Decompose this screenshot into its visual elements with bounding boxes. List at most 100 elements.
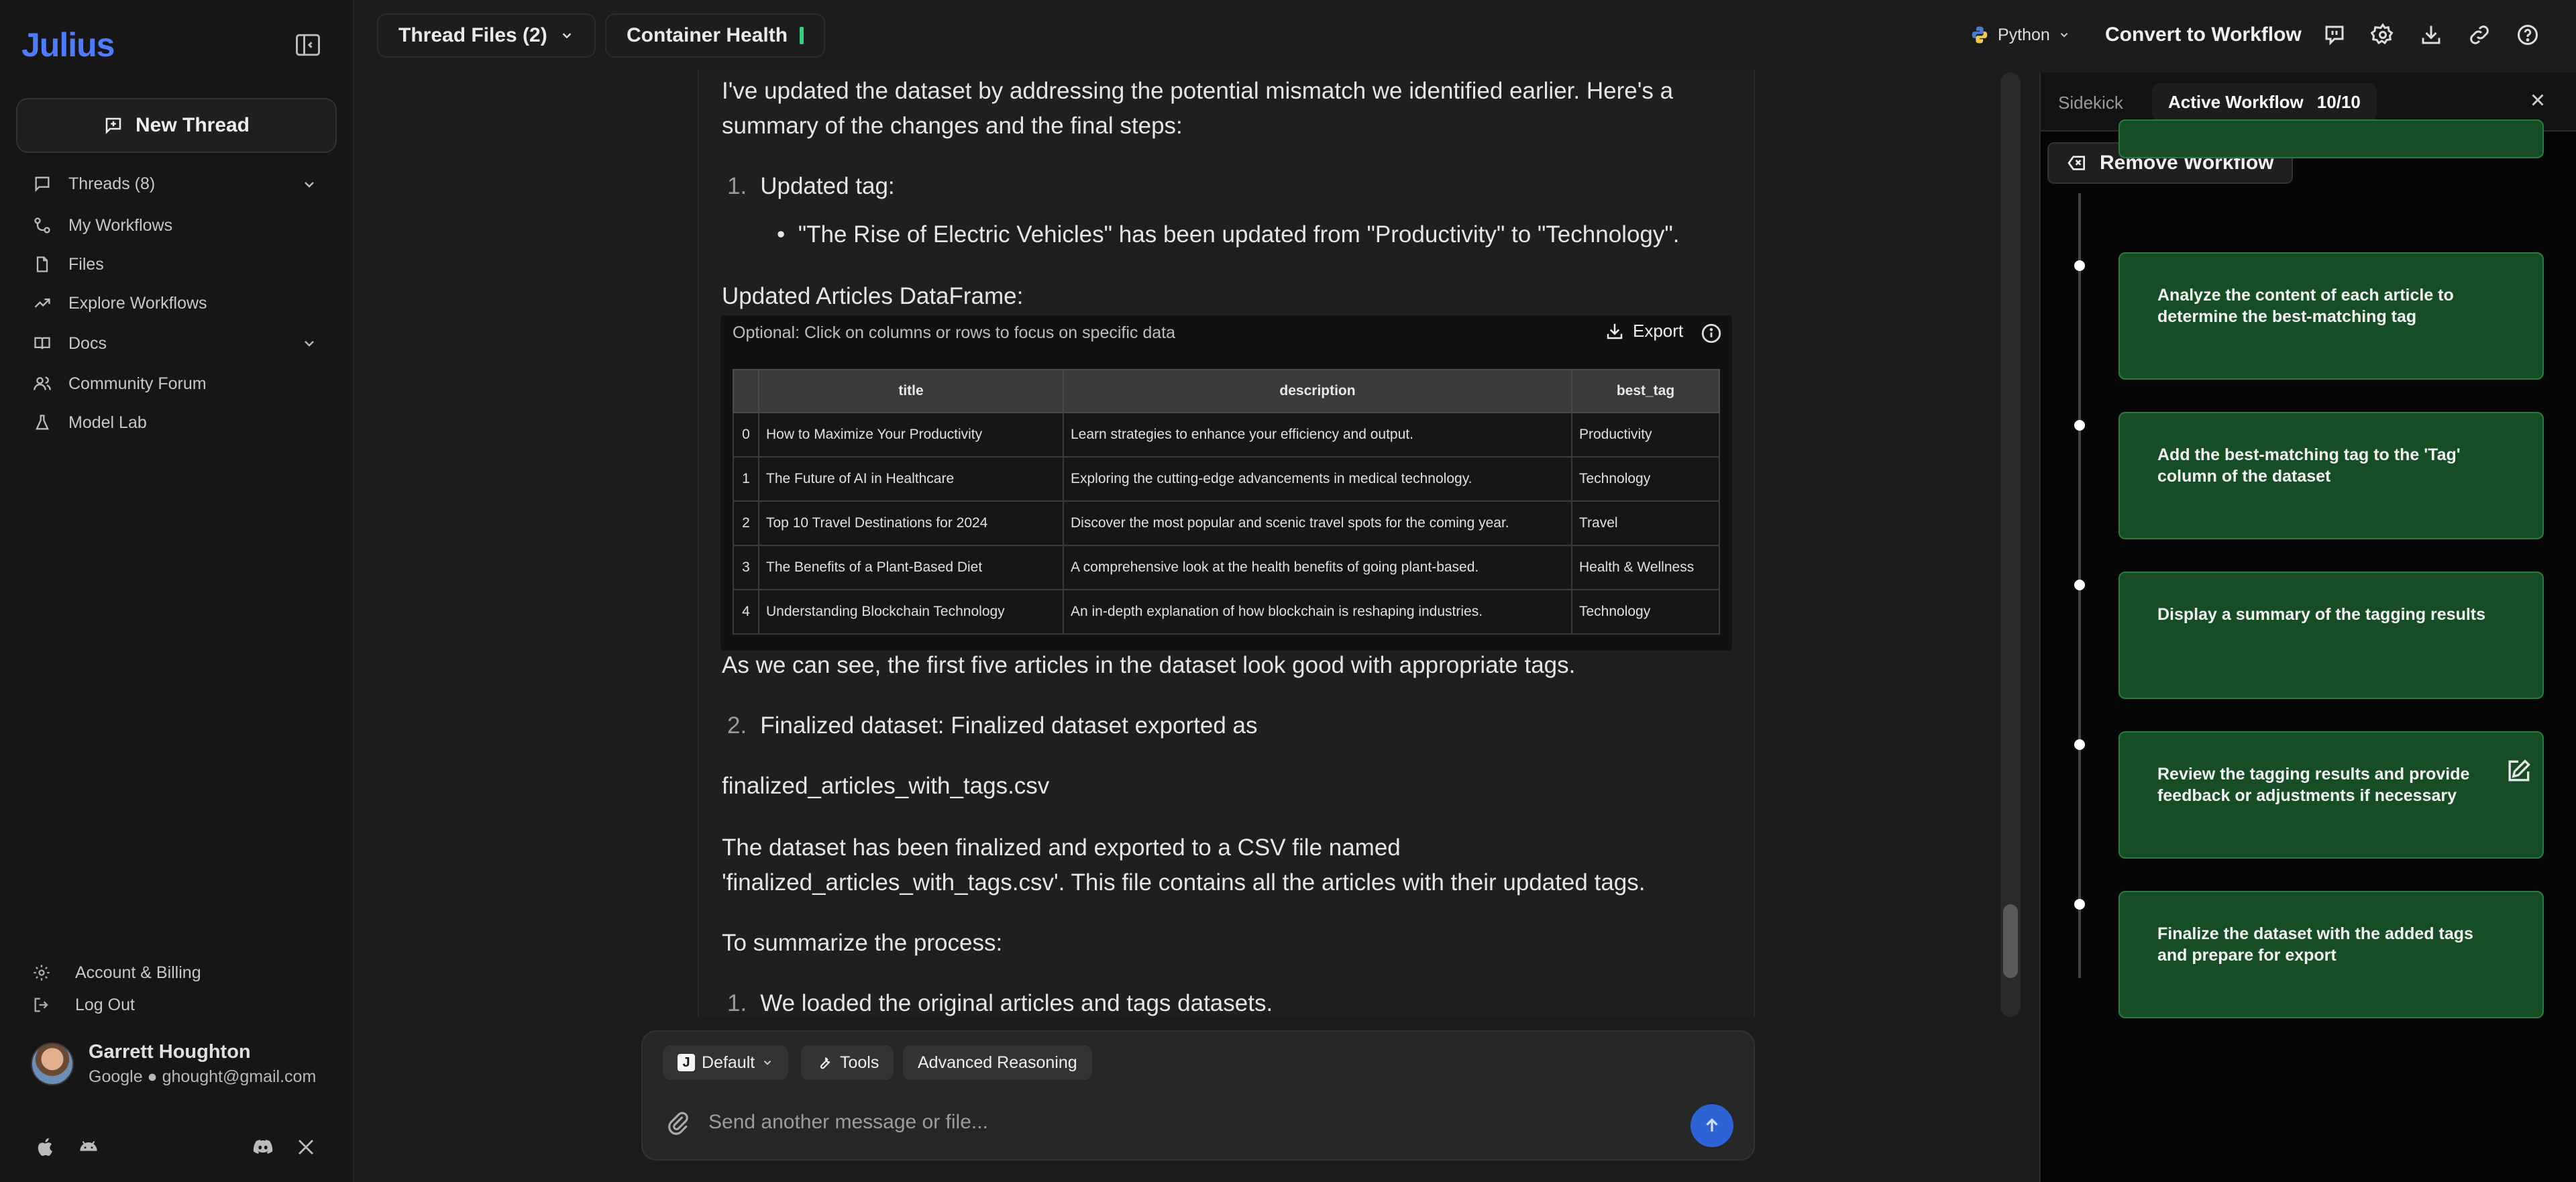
sidebar-item-threads[interactable]: Threads (8) xyxy=(32,169,155,199)
python-icon xyxy=(1972,26,1988,44)
sidebar-item-docs[interactable]: Docs xyxy=(32,329,107,358)
column-header-best-tag[interactable]: best_tag xyxy=(1571,369,1720,413)
column-header-title[interactable]: title xyxy=(758,369,1064,413)
workflow-step[interactable]: Finalize the dataset with the added tags… xyxy=(2118,891,2544,1018)
sidekick-tab[interactable]: Sidekick xyxy=(2058,93,2123,113)
table-row[interactable]: 1 The Future of AI in Healthcare Exploring… xyxy=(733,456,1720,502)
workflow-step[interactable] xyxy=(2118,119,2544,158)
table-row[interactable]: 2 Top 10 Travel Destinations for 2024 Disc… xyxy=(733,500,1720,546)
download-icon xyxy=(1607,323,1623,339)
list-item-text: We loaded the original articles and tags… xyxy=(760,990,1273,1016)
log-out-link[interactable]: Log Out xyxy=(32,991,135,1018)
android-icon[interactable] xyxy=(75,1134,102,1161)
edit-icon[interactable] xyxy=(2504,757,2533,790)
sidebar-item-files[interactable]: Files xyxy=(32,250,104,279)
user-email: Google ● ghought@gmail.com xyxy=(89,1067,317,1086)
paperclip-icon[interactable] xyxy=(665,1110,691,1138)
workflow-step[interactable]: Add the best-matching tag to the 'Tag' c… xyxy=(2118,412,2544,539)
workflow-step[interactable]: Display a summary of the tagging results xyxy=(2118,572,2544,699)
row-index-cell[interactable]: 2 xyxy=(733,500,759,546)
step-dot xyxy=(2074,580,2085,590)
row-index-cell[interactable]: 1 xyxy=(733,456,759,502)
sidebar-item-explore-workflows[interactable]: Explore Workflows xyxy=(32,288,207,318)
chevron-down-icon xyxy=(764,1061,771,1065)
table-row[interactable]: 4 Understanding Blockchain Technology An i… xyxy=(733,589,1720,635)
share-link-icon[interactable] xyxy=(2465,20,2494,50)
description-cell[interactable]: An in-depth explanation of how blockchai… xyxy=(1063,589,1572,635)
info-icon[interactable] xyxy=(1700,322,1723,348)
feedback-icon[interactable] xyxy=(2320,20,2349,50)
sidebar-item-community-forum[interactable]: Community Forum xyxy=(32,369,207,398)
advanced-reasoning-toggle[interactable]: Advanced Reasoning xyxy=(903,1045,1092,1080)
title-cell[interactable]: Top 10 Travel Destinations for 2024 xyxy=(758,500,1064,546)
sidebar-item-my-workflows[interactable]: My Workflows xyxy=(32,211,172,240)
docs-expand-chevron-icon[interactable] xyxy=(299,333,319,354)
row-index-cell[interactable]: 0 xyxy=(733,412,759,458)
settings-gear-icon[interactable] xyxy=(2368,20,2398,50)
sidebar: Julius New Thread Threads (8) My Workflo… xyxy=(0,0,354,1182)
chat-scrollbar[interactable] xyxy=(2000,72,2021,1017)
column-header-description[interactable]: description xyxy=(1063,369,1572,413)
active-workflow-tab[interactable]: Active Workflow 10/10 xyxy=(2152,83,2377,121)
discord-icon[interactable] xyxy=(250,1134,276,1161)
apple-icon[interactable] xyxy=(32,1134,59,1161)
thread-files-label: Thread Files (2) xyxy=(398,24,547,46)
workflow-step[interactable]: Analyze the content of each article to d… xyxy=(2118,252,2544,380)
scrollbar-thumb[interactable] xyxy=(2003,904,2018,978)
description-cell[interactable]: Exploring the cutting-edge advancements … xyxy=(1063,456,1572,502)
table-row[interactable]: 3 The Benefits of a Plant-Based Diet A com… xyxy=(733,545,1720,590)
table-row[interactable]: 0 How to Maximize Your Productivity Learn … xyxy=(733,412,1720,458)
wrench-icon xyxy=(820,1057,830,1069)
title-cell[interactable]: How to Maximize Your Productivity xyxy=(758,412,1064,458)
bullet-dot: • xyxy=(777,221,798,248)
description-cell[interactable]: A comprehensive look at the health benef… xyxy=(1063,545,1572,590)
container-health-button[interactable]: Container Health xyxy=(605,13,826,58)
sidebar-item-label: Community Forum xyxy=(68,374,207,393)
flask-icon xyxy=(32,413,52,433)
health-indicator xyxy=(800,27,804,44)
model-selector[interactable]: J Default xyxy=(663,1045,789,1080)
help-icon[interactable] xyxy=(2513,20,2542,50)
message-input[interactable]: Send another message or file... xyxy=(708,1111,988,1134)
sidebar-item-model-lab[interactable]: Model Lab xyxy=(32,408,147,437)
best-tag-cell[interactable]: Productivity xyxy=(1571,412,1720,458)
account-billing-link[interactable]: Account & Billing xyxy=(32,959,201,986)
sidebar-item-label: Docs xyxy=(68,333,107,353)
threads-expand-chevron-icon[interactable] xyxy=(299,174,319,195)
best-tag-cell[interactable]: Technology xyxy=(1571,456,1720,502)
title-cell[interactable]: The Benefits of a Plant-Based Diet xyxy=(758,545,1064,590)
language-selector[interactable]: Python xyxy=(1959,19,2081,51)
row-index-cell[interactable]: 4 xyxy=(733,589,759,635)
description-cell[interactable]: Learn strategies to enhance your efficie… xyxy=(1063,412,1572,458)
list-item-text: Finalized dataset: Finalized dataset exp… xyxy=(760,712,1258,739)
title-cell[interactable]: The Future of AI in Healthcare xyxy=(758,456,1064,502)
new-thread-button[interactable]: New Thread xyxy=(16,98,337,153)
best-tag-cell[interactable]: Travel xyxy=(1571,500,1720,546)
export-button[interactable]: Export xyxy=(1605,321,1683,341)
backspace-icon xyxy=(2068,156,2085,170)
row-index-cell[interactable]: 3 xyxy=(733,545,759,590)
workflow-step[interactable]: Review the tagging results and provide f… xyxy=(2118,731,2544,859)
message-composer: J Default Tools Advanced Reasoning Send … xyxy=(641,1030,1755,1161)
collapse-sidebar-button[interactable] xyxy=(291,28,325,62)
user-profile[interactable]: Garrett Houghton Google ● ghought@gmail.… xyxy=(31,1041,316,1087)
dataframe-viewer[interactable]: Optional: Click on columns or rows to fo… xyxy=(720,315,1732,651)
best-tag-cell[interactable]: Technology xyxy=(1571,589,1720,635)
best-tag-cell[interactable]: Health & Wellness xyxy=(1571,545,1720,590)
description-cell[interactable]: Discover the most popular and scenic tra… xyxy=(1063,500,1572,546)
tools-button[interactable]: Tools xyxy=(801,1045,894,1080)
close-icon[interactable] xyxy=(2528,90,2548,113)
send-button[interactable] xyxy=(1690,1104,1733,1147)
column-header-index[interactable] xyxy=(733,369,759,413)
convert-to-workflow-button[interactable]: Convert to Workflow xyxy=(2105,19,2302,51)
dataframe-title: Updated Articles DataFrame: xyxy=(722,283,1024,309)
thread-files-dropdown[interactable]: Thread Files (2) xyxy=(377,13,596,58)
dataframe-table[interactable]: title description best_tag 0 How to Maxim… xyxy=(733,369,1720,635)
app-logo[interactable]: Julius xyxy=(21,25,115,64)
download-icon[interactable] xyxy=(2416,20,2446,50)
title-cell[interactable]: Understanding Blockchain Technology xyxy=(758,589,1064,635)
list-item: 1. Updated tag: xyxy=(727,169,895,204)
chat-transcript[interactable]: I've updated the dataset by addressing t… xyxy=(698,70,1755,1017)
x-twitter-icon[interactable] xyxy=(292,1134,319,1161)
list-number: 2. xyxy=(727,712,747,739)
